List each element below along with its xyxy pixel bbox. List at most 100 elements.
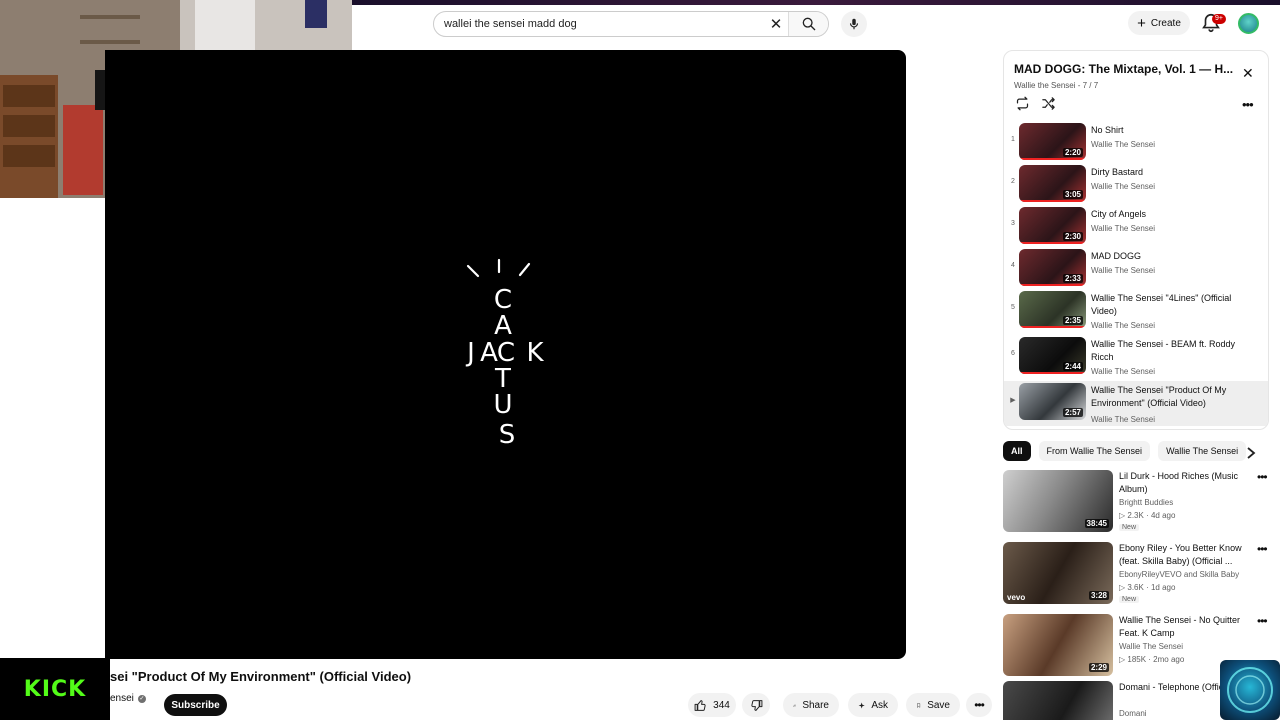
- video-thumbnail: [1003, 681, 1113, 720]
- playlist-item-channel: Wallie The Sensei: [1091, 224, 1156, 233]
- playlist-panel: MAD DOGG: The Mixtape, Vol. 1 — H... Wal…: [1003, 50, 1269, 430]
- video-meta: ▷ 2.3K · 4d ago: [1119, 511, 1175, 520]
- logo-letter-j: J: [465, 338, 475, 368]
- playlist-item[interactable]: 2 3:05 Dirty Bastard Wallie The Sensei: [1004, 163, 1268, 208]
- playlist-item-duration: 2:57: [1062, 408, 1083, 417]
- playlist-more-icon[interactable]: •••: [1242, 97, 1254, 112]
- video-channel: Wallie The Sensei: [1119, 642, 1184, 651]
- now-playing-icon: ▶: [1010, 397, 1016, 404]
- playlist-item-channel: Wallie The Sensei: [1091, 140, 1156, 149]
- plus-icon: +: [1137, 14, 1146, 32]
- new-badge: New: [1119, 596, 1140, 603]
- playlist-item-duration: 3:05: [1062, 190, 1083, 199]
- playlist-item[interactable]: 1 2:20 No Shirt Wallie The Sensei: [1004, 121, 1268, 166]
- chip-from-channel[interactable]: From Wallie The Sensei: [1038, 441, 1151, 461]
- playlist-item-number: 2: [1011, 178, 1015, 185]
- playlist-thumbnail: 2:57: [1019, 383, 1086, 420]
- playlist-item-duration: 2:44: [1062, 362, 1083, 371]
- save-label: Save: [927, 699, 950, 711]
- save-button[interactable]: Save: [906, 693, 960, 717]
- video-duration: 3:28: [1088, 591, 1109, 600]
- playlist-item-title: No Shirt: [1091, 125, 1124, 135]
- meta-separator: ·: [1143, 511, 1151, 520]
- video-thumbnail: 38:45: [1003, 470, 1113, 532]
- subscribe-button[interactable]: Subscribe: [164, 694, 227, 716]
- progress-bar: [1019, 242, 1086, 244]
- playlist-item-duration: 2:30: [1062, 232, 1083, 241]
- shuffle-icon[interactable]: [1041, 96, 1056, 111]
- playlist-item-number: 1: [1011, 136, 1015, 143]
- video-duration: 38:45: [1084, 519, 1109, 528]
- top-gradient-strip: [352, 0, 1280, 5]
- recommended-video[interactable]: 38:45 Lil Durk - Hood Riches (Music Albu…: [1003, 470, 1280, 534]
- video-more-icon[interactable]: •••: [1257, 614, 1268, 628]
- search-input[interactable]: [434, 18, 764, 30]
- video-age: 1d ago: [1150, 583, 1176, 592]
- playlist-thumbnail: 2:33: [1019, 249, 1086, 286]
- playlist-thumbnail: 2:20: [1019, 123, 1086, 160]
- thumbs-up-icon: [694, 699, 706, 711]
- share-button[interactable]: Share: [783, 693, 839, 717]
- save-group: Save •••: [906, 693, 992, 717]
- search-icon: [802, 17, 815, 31]
- share-group: Share: [783, 693, 839, 717]
- playlist-item-number: 3: [1011, 220, 1015, 227]
- verified-check-icon: ✓: [137, 694, 146, 703]
- video-title: sei "Product Of My Environment" (Officia…: [110, 669, 412, 684]
- video-more-icon[interactable]: •••: [1257, 470, 1268, 484]
- clear-search-icon[interactable]: ✕: [764, 15, 788, 33]
- create-label: Create: [1150, 17, 1181, 29]
- stream-corner-logo: [1220, 660, 1280, 720]
- video-player[interactable]: C A J A C K T U S: [105, 50, 906, 659]
- playlist-item-duration: 2:33: [1062, 274, 1083, 283]
- playlist-title[interactable]: MAD DOGG: The Mixtape, Vol. 1 — H...: [1014, 62, 1234, 76]
- account-avatar[interactable]: [1238, 13, 1259, 34]
- playlist-item[interactable]: 3 2:30 City of Angels Wallie The Sensei: [1004, 205, 1268, 250]
- playlist-thumbnail: 2:30: [1019, 207, 1086, 244]
- voice-search-button[interactable]: [841, 11, 867, 37]
- video-channel: Brightt Buddies: [1119, 498, 1174, 507]
- playlist-item-title: MAD DOGG: [1091, 251, 1142, 261]
- progress-bar: [1019, 200, 1086, 202]
- ask-group: Ask: [848, 693, 898, 717]
- video-more-icon[interactable]: •••: [1257, 542, 1268, 556]
- close-playlist-icon[interactable]: ✕: [1242, 65, 1254, 82]
- chip-channel[interactable]: Wallie The Sensei: [1158, 441, 1247, 461]
- playlist-item[interactable]: 5 2:35 Wallie The Sensei "4Lines" (Offic…: [1004, 289, 1268, 334]
- ask-button[interactable]: Ask: [848, 693, 898, 717]
- progress-bar: [1019, 326, 1086, 328]
- video-thumbnail: 2:29: [1003, 614, 1113, 676]
- playlist-thumbnail: 3:05: [1019, 165, 1086, 202]
- video-age: 4d ago: [1150, 511, 1176, 520]
- video-channel: EbonyRileyVEVO and Skilla Baby: [1119, 570, 1240, 579]
- search-button[interactable]: [788, 12, 828, 36]
- chevron-right-icon[interactable]: [1246, 447, 1256, 459]
- playlist-item-title: Wallie The Sensei - BEAM ft. Roddy Ricch: [1091, 339, 1236, 362]
- video-title: Ebony Riley - You Better Know (feat. Ski…: [1119, 543, 1242, 566]
- loop-icon[interactable]: [1015, 96, 1030, 111]
- playlist-item-number: 5: [1011, 304, 1015, 311]
- video-views: 2.3K: [1127, 511, 1144, 520]
- create-button[interactable]: + Create: [1128, 11, 1190, 35]
- playlist-item-current[interactable]: ▶ 2:57 Wallie The Sensei "Product Of My …: [1004, 381, 1268, 426]
- playlist-item-number: 4: [1011, 262, 1015, 269]
- logo-letter-k: K: [526, 338, 544, 368]
- like-button[interactable]: 344: [688, 693, 736, 717]
- dislike-button[interactable]: [742, 693, 770, 717]
- video-meta: ▷ 185K · 2mo ago: [1119, 655, 1184, 664]
- progress-bar: [1019, 284, 1086, 286]
- channel-name[interactable]: ensei ✓: [110, 693, 146, 704]
- playlist-item-channel: Wallie The Sensei: [1091, 415, 1156, 424]
- playlist-item[interactable]: 6 2:44 Wallie The Sensei - BEAM ft. Rodd…: [1004, 335, 1268, 380]
- like-dislike-group: 344: [688, 693, 770, 717]
- playlist-item[interactable]: 4 2:33 MAD DOGG Wallie The Sensei: [1004, 247, 1268, 292]
- notification-badge: 9+: [1212, 14, 1226, 24]
- more-actions-button[interactable]: •••: [966, 693, 992, 717]
- video-duration: 2:29: [1088, 663, 1109, 672]
- recommended-video[interactable]: vevo 3:28 Ebony Riley - You Better Know …: [1003, 542, 1280, 606]
- playlist-item-title: Dirty Bastard: [1091, 167, 1144, 177]
- logo-letter-s: S: [499, 420, 516, 450]
- progress-bar: [1019, 372, 1086, 374]
- chip-all[interactable]: All: [1003, 441, 1031, 461]
- meta-separator: ·: [1143, 583, 1151, 592]
